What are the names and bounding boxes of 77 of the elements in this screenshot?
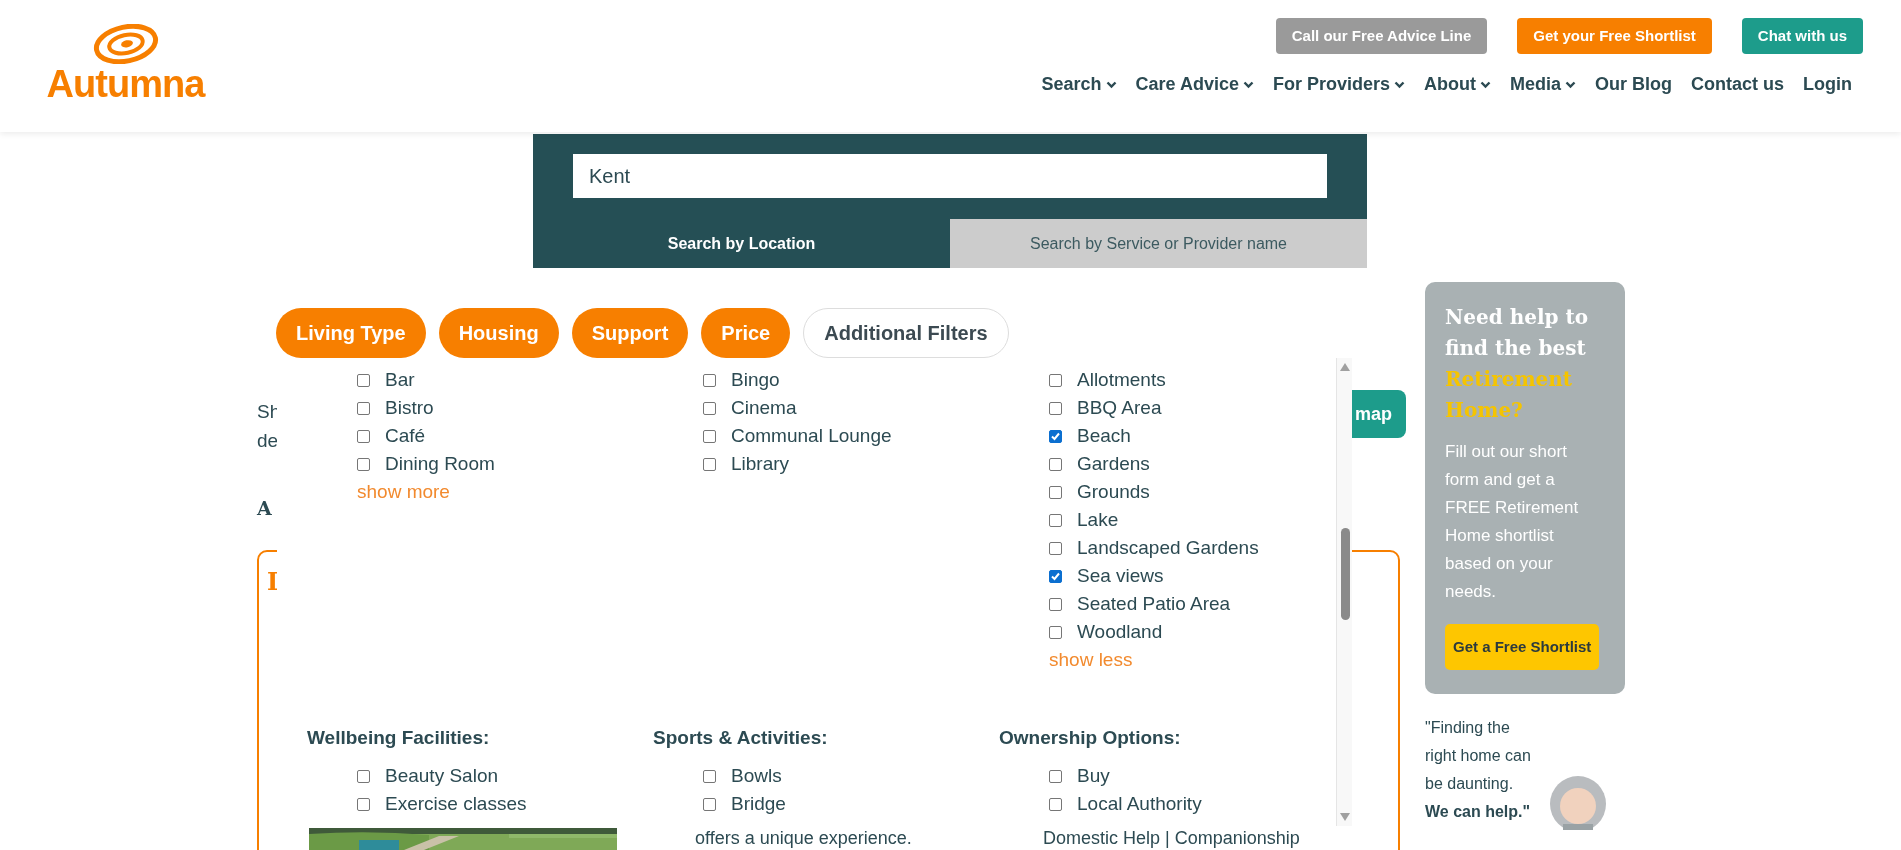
checkbox[interactable] [357, 429, 370, 443]
checkbox[interactable] [357, 373, 370, 387]
nav-link[interactable]: For Providers [1272, 71, 1405, 98]
checkbox[interactable] [703, 769, 716, 783]
option-label[interactable]: Lake [1077, 505, 1119, 535]
checkbox[interactable] [703, 401, 716, 415]
option-label[interactable]: Woodland [1077, 617, 1163, 647]
nav-link[interactable]: Care Advice [1135, 71, 1254, 98]
checkbox[interactable] [1049, 373, 1062, 387]
checkbox[interactable] [1049, 769, 1062, 783]
option-label[interactable]: Bar [385, 365, 415, 395]
nav-link[interactable]: Search [1041, 71, 1117, 98]
card-title: Need help to find the best [1445, 305, 1589, 360]
option-label[interactable]: Library [731, 449, 790, 479]
section-heading: Wellbeing Facilities: [307, 726, 491, 750]
option-label[interactable]: Sea views [1077, 561, 1164, 591]
checkbox[interactable] [1049, 569, 1062, 583]
section-heading: A [257, 496, 272, 521]
checkbox[interactable] [357, 797, 370, 811]
checkbox[interactable] [1049, 597, 1062, 611]
checkbox[interactable] [1049, 625, 1062, 639]
quote-text: "Finding the right home can be daunting. We can help." [1425, 718, 1532, 822]
option-label[interactable]: Beach [1077, 421, 1131, 451]
checkbox[interactable] [703, 373, 716, 387]
section-heading: Ownership Options: [999, 726, 1182, 750]
search-field[interactable]: Kent [573, 154, 1327, 198]
checkbox[interactable] [703, 429, 716, 443]
nav-link[interactable]: About [1424, 71, 1491, 98]
option-label[interactable]: Grounds [1077, 477, 1150, 507]
listing-title: I [267, 566, 279, 598]
option-label[interactable]: Seated Patio Area [1077, 589, 1231, 619]
scrollbar-thumb[interactable] [1341, 528, 1350, 620]
option-label[interactable]: Communal Lounge [731, 421, 892, 451]
checkbox[interactable] [703, 457, 716, 471]
checkbox[interactable] [703, 797, 716, 811]
checkbox[interactable] [1049, 485, 1062, 499]
nav-link[interactable]: Our Blog [1595, 71, 1672, 98]
card-description: Fill out our short form and get a FREE Retirement Home shortlist based on your needs. [1445, 441, 1580, 603]
option-label[interactable]: Beauty Salon [385, 761, 499, 791]
option-label[interactable]: Cinema [731, 393, 797, 423]
search-tab[interactable]: Search by Service or Provider name [950, 219, 1367, 268]
checkbox[interactable] [357, 401, 370, 415]
option-label[interactable]: Bingo [731, 365, 780, 395]
option-label[interactable]: Café [385, 421, 426, 451]
option-label[interactable]: Dining Room [385, 449, 495, 479]
checkbox[interactable] [1049, 541, 1062, 555]
option-label[interactable]: Bowls [731, 761, 782, 791]
free-shortlist-button[interactable]: Get a Free Shortlist [1445, 624, 1600, 670]
option-label[interactable]: Gardens [1077, 449, 1150, 479]
option-label[interactable]: Local Authority [1077, 789, 1202, 819]
listing-description: offers a unique experience. [695, 829, 912, 847]
option-label[interactable]: Allotments [1077, 365, 1166, 395]
scroll-up-icon[interactable] [1340, 363, 1350, 371]
checkbox[interactable] [357, 769, 370, 783]
option-label[interactable]: BBQ Area [1077, 393, 1162, 423]
nav-link[interactable]: Media [1510, 71, 1576, 98]
checkbox[interactable] [1049, 429, 1062, 443]
logo-icon [92, 24, 159, 64]
option-label[interactable]: Exercise classes [385, 789, 527, 819]
checkbox[interactable] [1049, 401, 1062, 415]
option-label[interactable]: Buy [1077, 761, 1110, 791]
option-label[interactable]: Landscaped Gardens [1077, 533, 1259, 563]
filter-pill[interactable]: Additional Filters [803, 308, 1009, 358]
scroll-down-icon[interactable] [1340, 813, 1350, 821]
checkbox[interactable] [1049, 513, 1062, 527]
service-list: Domestic Help | Companionship [1043, 829, 1300, 847]
option-label[interactable]: Bistro [385, 393, 434, 423]
section-heading: Sports & Activities: [653, 726, 829, 750]
checkbox[interactable] [1049, 457, 1062, 471]
checkbox[interactable] [357, 457, 370, 471]
card-title-highlight: Retirement Home? [1445, 367, 1573, 422]
scrollbar[interactable] [1336, 358, 1352, 826]
nav-link[interactable]: Contact us [1691, 71, 1784, 98]
option-label[interactable]: Bridge [731, 789, 786, 819]
paragraph-text: de [257, 429, 279, 453]
checkbox[interactable] [1049, 797, 1062, 811]
nav-link[interactable]: Login [1803, 71, 1852, 98]
